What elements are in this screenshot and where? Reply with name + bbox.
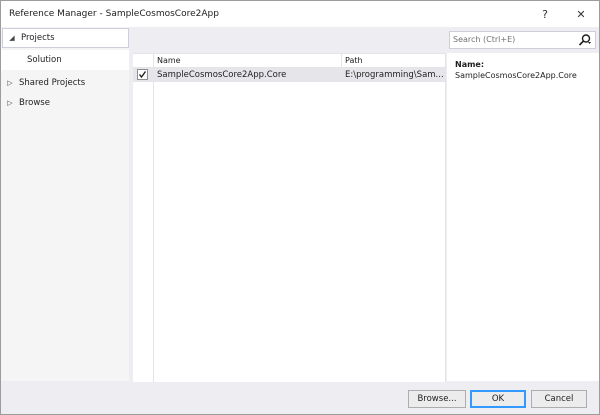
detail-name-value: SampleCosmosCore2App.Core — [455, 71, 577, 80]
ok-button[interactable]: OK — [470, 390, 526, 408]
sidebar-item-label: Browse — [19, 98, 50, 108]
reference-checkbox[interactable] — [137, 69, 148, 80]
title-bar[interactable]: Reference Manager - SampleCosmosCore2App… — [1, 1, 599, 27]
search-input[interactable]: Search (Ctrl+E) — [449, 31, 596, 49]
reference-name-cell: SampleCosmosCore2App.Core — [157, 70, 287, 80]
collapsed-triangle-icon: ▷ — [7, 99, 13, 107]
sidebar-item-shared-projects[interactable]: ▷ Shared Projects — [1, 74, 129, 92]
column-header-path[interactable]: Path — [345, 56, 363, 65]
sidebar-item-label: Solution — [27, 55, 62, 65]
browse-button[interactable]: Browse... — [408, 390, 466, 408]
detail-name-label: Name: — [455, 60, 485, 69]
column-divider — [153, 54, 154, 382]
search-icon[interactable] — [578, 33, 592, 47]
sidebar-item-browse[interactable]: ▷ Browse — [1, 94, 129, 112]
window-title: Reference Manager - SampleCosmosCore2App — [9, 9, 219, 19]
reference-path-cell: E:\programming\Sam... — [345, 70, 443, 80]
search-placeholder: Search (Ctrl+E) — [453, 35, 516, 44]
column-divider[interactable] — [341, 54, 342, 67]
reference-manager-window: Reference Manager - SampleCosmosCore2App… — [0, 0, 600, 415]
table-row[interactable]: SampleCosmosCore2App.Core E:\programming… — [133, 68, 445, 82]
sidebar-item-projects[interactable]: ◢ Projects — [2, 28, 129, 48]
check-icon — [138, 71, 147, 79]
sidebar-item-label: Projects — [21, 33, 55, 43]
details-pane: Name: SampleCosmosCore2App.Core — [447, 53, 599, 381]
sidebar-item-solution[interactable]: Solution — [1, 50, 129, 70]
expanded-triangle-icon: ◢ — [9, 34, 15, 42]
cancel-button[interactable]: Cancel — [531, 390, 587, 408]
close-button[interactable]: ✕ — [569, 4, 593, 24]
help-button[interactable]: ? — [533, 4, 557, 24]
references-table: Name Path SampleCosmosCore2App.Core E:\p… — [133, 53, 446, 382]
table-header: Name Path — [133, 54, 445, 68]
column-header-name[interactable]: Name — [157, 56, 181, 65]
category-sidebar: ◢ Projects Solution ▷ Shared Projects ▷ … — [1, 27, 129, 381]
sidebar-item-label: Shared Projects — [19, 78, 86, 88]
collapsed-triangle-icon: ▷ — [7, 79, 13, 87]
